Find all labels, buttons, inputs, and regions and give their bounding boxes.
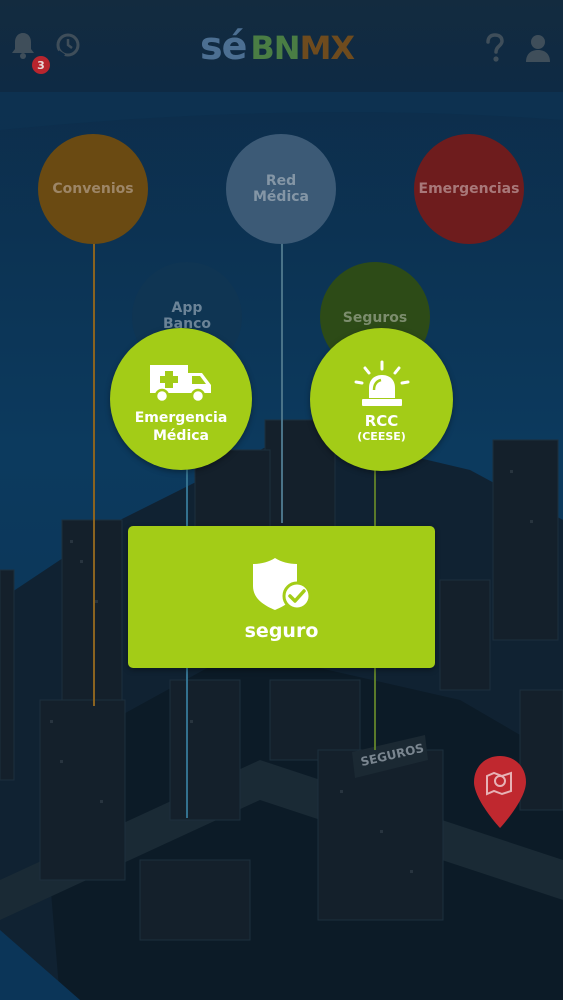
red-medica-stem	[281, 243, 283, 523]
help-button[interactable]	[482, 32, 508, 64]
notifications-button[interactable]: 3	[10, 30, 50, 74]
history-button[interactable]	[54, 30, 82, 60]
ambulance-icon	[150, 365, 211, 404]
map-location-pin-icon	[474, 756, 526, 828]
alarm-siren-icon	[354, 360, 409, 406]
map-location-pin-button[interactable]	[472, 754, 528, 832]
seguro-button[interactable]: seguro	[128, 526, 435, 668]
emergencias-button[interactable]: Emergencias	[414, 134, 524, 244]
bell-icon	[12, 33, 34, 59]
header: 3 sé BN MX	[0, 0, 563, 92]
rcc-ceese-button[interactable]: RCC (CEESE)	[310, 328, 453, 471]
history-clock-icon	[56, 33, 80, 58]
notification-badge: 3	[32, 56, 50, 74]
shield-check-icon	[252, 558, 311, 611]
help-icon	[486, 33, 504, 62]
user-icon	[526, 35, 550, 62]
convenios-button[interactable]: Convenios	[38, 134, 148, 244]
profile-button[interactable]	[524, 32, 552, 64]
convenios-stem	[93, 243, 95, 706]
red-medica-button[interactable]: Red Médica	[226, 134, 336, 244]
sebnmx-logo: sé BN MX	[200, 24, 355, 68]
emergencia-medica-button[interactable]: Emergencia Médica	[110, 328, 252, 470]
